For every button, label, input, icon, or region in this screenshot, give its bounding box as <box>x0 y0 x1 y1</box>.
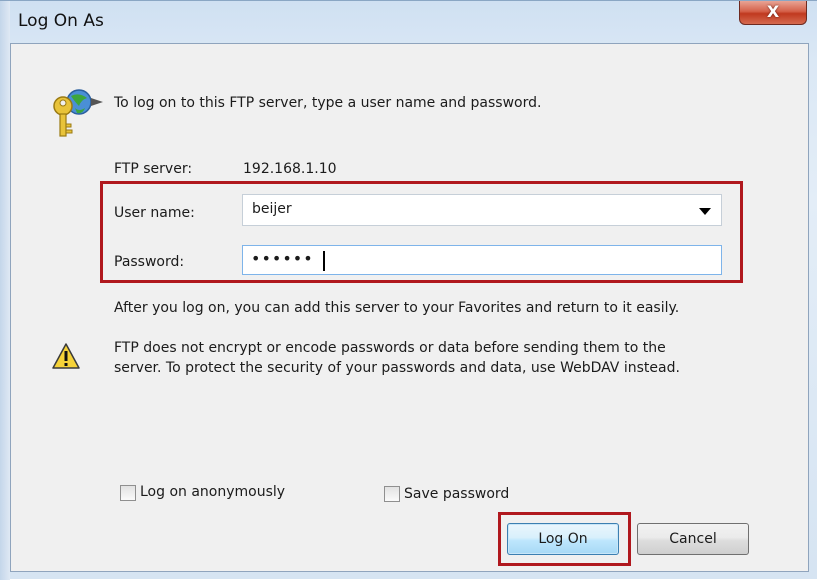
log-on-highlight-box <box>498 512 631 566</box>
save-password-checkbox-label[interactable]: Save password <box>404 486 509 502</box>
favorites-info-text: After you log on, you can add this serve… <box>114 300 680 316</box>
ftp-server-value: 192.168.1.10 <box>243 161 337 177</box>
warning-text-line2: server. To protect the security of your … <box>114 360 680 376</box>
ftp-server-label: FTP server: <box>114 161 193 177</box>
warning-icon <box>52 343 80 369</box>
key-globe-icon <box>53 89 103 137</box>
dialog-body: To log on to this FTP server, type a use… <box>10 43 809 572</box>
anonymous-checkbox-label[interactable]: Log on anonymously <box>140 484 285 500</box>
window-frame: Log On As X To log on to this FTP server… <box>0 0 817 580</box>
warning-text-line1: FTP does not encrypt or encode passwords… <box>114 340 666 356</box>
close-button[interactable]: X <box>739 1 807 25</box>
save-password-checkbox[interactable] <box>384 486 400 502</box>
anonymous-checkbox[interactable] <box>120 485 136 501</box>
window-title: Log On As <box>18 11 104 31</box>
intro-text: To log on to this FTP server, type a use… <box>114 95 542 111</box>
title-bar[interactable]: Log On As X <box>0 1 817 43</box>
cancel-button[interactable]: Cancel <box>637 523 749 555</box>
close-icon: X <box>766 2 780 21</box>
credentials-highlight-box <box>100 181 743 283</box>
